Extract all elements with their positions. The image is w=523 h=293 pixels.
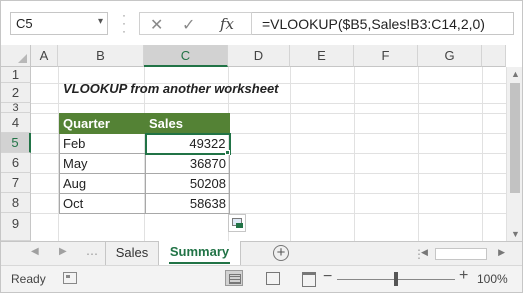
- hscroll-thumb[interactable]: [435, 248, 487, 260]
- add-sheet-icon[interactable]: +: [273, 245, 289, 261]
- cell-quarter[interactable]: May: [59, 153, 146, 174]
- name-box-value: C5: [16, 16, 33, 31]
- row-header-9[interactable]: 9: [1, 213, 31, 241]
- more-tabs-icon[interactable]: ⋯: [86, 247, 98, 261]
- cancel-icon[interactable]: ✕: [150, 15, 163, 35]
- select-all-corner[interactable]: [1, 45, 31, 67]
- column-header-partial[interactable]: [482, 45, 506, 67]
- table-header-row: Quarter Sales: [59, 113, 230, 134]
- cell-sales[interactable]: 36870: [145, 153, 230, 174]
- next-sheet-icon[interactable]: ▶: [59, 246, 67, 257]
- column-header-e[interactable]: E: [290, 45, 354, 67]
- scroll-right-icon[interactable]: ▶: [498, 247, 505, 258]
- row-header-5[interactable]: 5: [1, 133, 31, 153]
- formula-input[interactable]: =VLOOKUP($B5,Sales!B3:C14,2,0): [252, 12, 514, 35]
- row-header-6[interactable]: 6: [1, 153, 31, 173]
- quick-analysis-icon[interactable]: [228, 214, 246, 232]
- cell-quarter[interactable]: Aug: [59, 173, 146, 194]
- zoom-in-icon[interactable]: +: [459, 267, 468, 285]
- status-bar: Ready − + 100%: [1, 265, 522, 292]
- active-cell[interactable]: 49322: [144, 132, 231, 155]
- row-header-7[interactable]: 7: [1, 173, 31, 193]
- header-sales[interactable]: Sales: [145, 113, 230, 134]
- excel-window: C5 ▾ · · · ✕ ✓ fx =VLOOKUP($B5,Sales!B3:C1…: [0, 0, 523, 293]
- column-header-f[interactable]: F: [354, 45, 418, 67]
- table-row: Aug 50208: [59, 173, 230, 194]
- insert-function-icon[interactable]: fx: [220, 15, 234, 33]
- zoom-slider-thumb[interactable]: [394, 272, 398, 286]
- sheet-title: VLOOKUP from another worksheet: [63, 81, 279, 96]
- column-header-g[interactable]: G: [418, 45, 482, 67]
- cell-sales[interactable]: 58638: [145, 193, 230, 214]
- gridline: [290, 67, 291, 241]
- data-table: Quarter Sales Feb 49322 May 36870 Aug 50…: [59, 113, 231, 214]
- horizontal-scrollbar[interactable]: ◀ ▶: [421, 247, 505, 261]
- table-row: Feb 49322: [59, 132, 231, 155]
- formula-buttons: ✕ ✓ fx: [139, 12, 252, 35]
- gridline: [418, 67, 419, 241]
- name-box[interactable]: C5 ▾: [10, 12, 108, 35]
- page-layout-view-icon[interactable]: [263, 270, 281, 286]
- page-break-view-icon[interactable]: [299, 270, 317, 287]
- gridline: [482, 67, 483, 241]
- tab-summary-label: Summary: [169, 244, 230, 259]
- formula-text: =VLOOKUP($B5,Sales!B3:C14,2,0): [262, 16, 485, 32]
- vertical-scrollbar[interactable]: ▲ ▼: [506, 67, 522, 241]
- row-header-2[interactable]: 2: [1, 83, 31, 103]
- active-tab-underline: [169, 262, 230, 264]
- status-ready: Ready: [11, 272, 46, 286]
- row-header-4[interactable]: 4: [1, 113, 31, 133]
- formula-bar-area: C5 ▾ · · · ✕ ✓ fx =VLOOKUP($B5,Sales!B3:C1…: [1, 1, 522, 45]
- table-row: Oct 58638: [59, 193, 230, 214]
- prev-sheet-icon[interactable]: ◀: [31, 246, 39, 257]
- chevron-down-icon[interactable]: ▾: [98, 16, 103, 27]
- scroll-up-icon[interactable]: ▲: [511, 69, 520, 79]
- header-quarter[interactable]: Quarter: [59, 113, 146, 134]
- fill-handle[interactable]: [225, 150, 230, 155]
- zoom-out-icon[interactable]: −: [323, 268, 332, 286]
- normal-view-icon[interactable]: [225, 270, 243, 286]
- gridline: [31, 103, 506, 104]
- scroll-thumb[interactable]: [510, 83, 520, 193]
- resize-dots-icon[interactable]: · · ·: [122, 9, 128, 37]
- scroll-down-icon[interactable]: ▼: [511, 229, 520, 239]
- column-header-c[interactable]: C: [144, 45, 228, 67]
- column-header-a[interactable]: A: [31, 45, 58, 67]
- tab-sales[interactable]: Sales: [105, 242, 159, 266]
- macro-record-icon[interactable]: [63, 272, 77, 284]
- gridline: [354, 67, 355, 241]
- sheet-tab-bar: ◀ ▶ ⋯ Sales Summary + ⋮ ◀ ▶: [1, 241, 522, 266]
- cell-quarter[interactable]: Feb: [59, 133, 146, 154]
- column-header-b[interactable]: B: [58, 45, 144, 67]
- row-header-3[interactable]: 3: [1, 103, 31, 114]
- table-row: May 36870: [59, 153, 230, 174]
- cell-quarter[interactable]: Oct: [59, 193, 146, 214]
- cell-sales[interactable]: 50208: [145, 173, 230, 194]
- row-header-8[interactable]: 8: [1, 193, 31, 213]
- zoom-level[interactable]: 100%: [477, 272, 508, 286]
- tab-summary[interactable]: Summary: [159, 241, 241, 266]
- row-header-1[interactable]: 1: [1, 67, 31, 83]
- enter-icon[interactable]: ✓: [182, 15, 195, 35]
- column-header-d[interactable]: D: [228, 45, 290, 67]
- scroll-left-icon[interactable]: ◀: [421, 247, 428, 258]
